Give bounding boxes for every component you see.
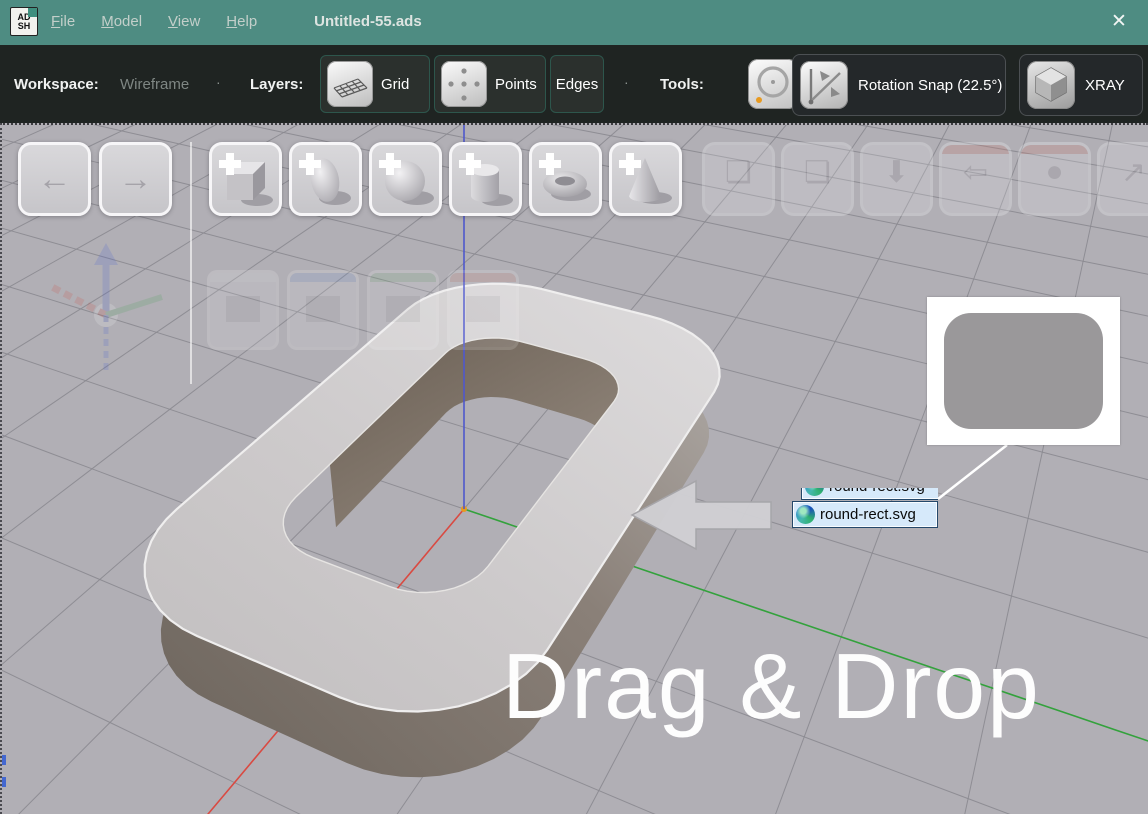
nav-back-button[interactable]: ← (18, 142, 91, 216)
disabled-tool-button: ❏ (781, 142, 854, 216)
add-cylinder-button[interactable] (449, 142, 522, 216)
add-cube-button[interactable] (209, 142, 282, 216)
edge-browser-icon (805, 488, 824, 496)
menu-view[interactable]: View (155, 13, 213, 30)
logo-corner-accent (28, 8, 37, 17)
cube-icon (215, 148, 277, 210)
torus-icon (535, 148, 597, 210)
ghost-button (447, 270, 519, 350)
application-window: AD SH File Model View Help Untitled-55.a… (0, 0, 1148, 814)
xray-label: XRAY (1085, 77, 1125, 94)
menu-help[interactable]: Help (213, 13, 270, 30)
axis-gizmo-ghost-icon (24, 235, 194, 395)
drag-chip-filename: round-rect.svg (820, 506, 916, 523)
grid-icon (327, 61, 373, 107)
add-torus-button[interactable] (529, 142, 602, 216)
edge-browser-icon (796, 505, 815, 524)
xray-cube-icon (1027, 61, 1075, 109)
workspace-label: Workspace: (14, 76, 99, 93)
rotation-snap-label: Rotation Snap (22.5°) (858, 77, 1002, 94)
cone-icon (615, 148, 677, 210)
layer-points-button[interactable]: Points (434, 55, 546, 113)
sphere-icon (375, 148, 437, 210)
rotation-snap-button[interactable]: Rotation Snap (22.5°) (792, 54, 1006, 116)
tools-label: Tools: (660, 76, 704, 93)
app-logo-icon: AD SH (10, 7, 38, 36)
drop-border-dash (2, 755, 6, 765)
ghost-button (287, 270, 359, 350)
ghost-button (207, 270, 279, 350)
ellipsoid-icon (295, 148, 357, 210)
menu-file[interactable]: File (38, 13, 88, 30)
title-bar: AD SH File Model View Help Untitled-55.a… (0, 0, 1148, 43)
points-icon (441, 61, 487, 107)
document-title: Untitled-55.ads (314, 13, 422, 30)
circle-tool-icon (748, 59, 798, 109)
xray-button[interactable]: XRAY (1019, 54, 1143, 116)
add-ellipsoid-button[interactable] (289, 142, 362, 216)
viewport-3d[interactable]: ← → (0, 123, 1148, 814)
menu-model[interactable]: Model (88, 13, 155, 30)
close-icon[interactable]: ✕ (1104, 10, 1134, 33)
disabled-tool-button: ↗ (1097, 142, 1148, 216)
layer-edges-button[interactable]: Edges (550, 55, 604, 113)
layer-grid-button[interactable]: Grid (320, 55, 430, 113)
toolbar: Workspace: Wireframe · Layers: Grid Poin… (0, 43, 1148, 123)
edges-button-label: Edges (556, 76, 599, 93)
points-button-label: Points (495, 76, 537, 93)
rounded-rect-preview (944, 313, 1103, 429)
drag-drop-caption: Drag & Drop (502, 633, 1041, 740)
nav-forward-button[interactable]: → (99, 142, 172, 216)
add-sphere-button[interactable] (369, 142, 442, 216)
rotation-snap-icon (800, 61, 848, 109)
toolbar-separator: · (216, 74, 221, 90)
add-cone-button[interactable] (609, 142, 682, 216)
cylinder-icon (455, 148, 517, 210)
workspace-value[interactable]: Wireframe (120, 76, 189, 93)
arrow-right-icon: → (119, 160, 153, 199)
drop-border-dash (2, 777, 6, 787)
drag-chip[interactable]: round-rect.svg (792, 501, 938, 528)
circle-tool-button[interactable] (748, 59, 798, 109)
disabled-tool-button: ❏ (702, 142, 775, 216)
disabled-tool-button: ⬇ (860, 142, 933, 216)
disabled-tool-button: ● (1018, 142, 1091, 216)
svg-preview-panel (927, 297, 1120, 445)
preview-connector-line (938, 445, 1007, 499)
layers-label: Layers: (250, 76, 303, 93)
grid-button-label: Grid (381, 76, 409, 93)
disabled-tool-button: ⇦ (939, 142, 1012, 216)
toolbar-separator: · (624, 74, 629, 90)
logo-text-bottom: SH (18, 22, 31, 31)
arrow-left-icon: ← (38, 160, 72, 199)
drag-chip-ghost: round-rect.svg (801, 488, 938, 501)
ghost-button (367, 270, 439, 350)
